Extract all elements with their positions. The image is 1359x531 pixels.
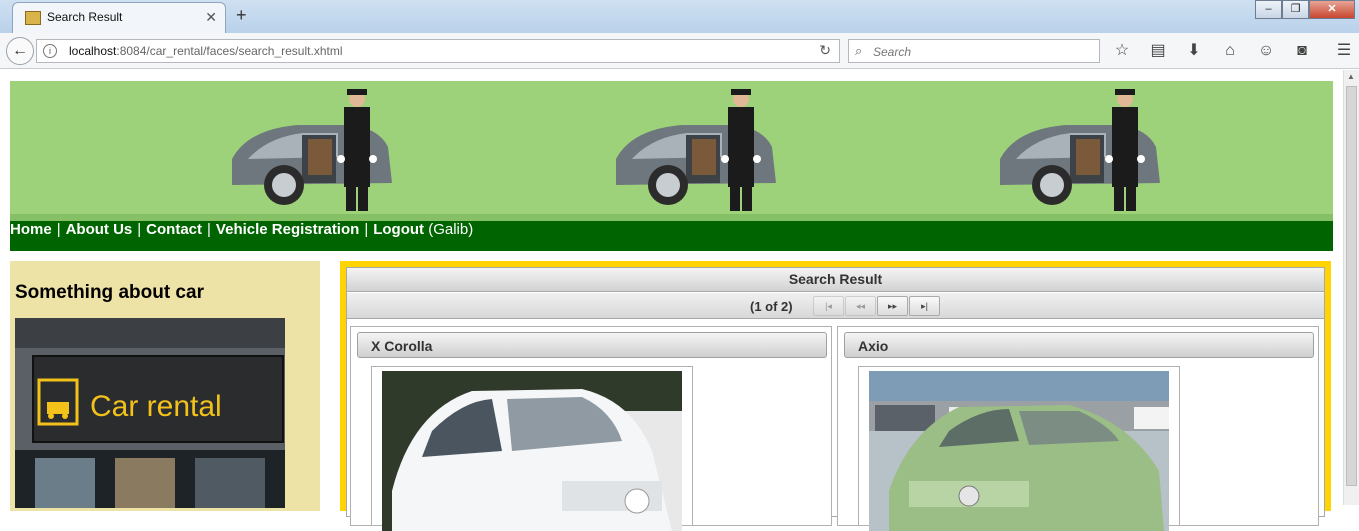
car-name: X Corolla — [371, 338, 433, 354]
search-result-panel: Search Result (1 of 2) |◂ ◂◂ ▸▸ ▸| X Cor… — [346, 267, 1325, 531]
search-icon: ⌕ — [855, 43, 863, 58]
url-path: :8084/car_rental/faces/search_result.xht… — [116, 44, 343, 58]
window-close-icon[interactable]: ✕ — [1309, 0, 1355, 19]
car-card: Axio — [837, 326, 1319, 531]
chauffeur-car-image — [1000, 89, 1160, 211]
restore-icon[interactable]: ❐ — [1282, 0, 1309, 19]
car-photo — [869, 371, 1169, 531]
menu-home-link[interactable]: Home — [10, 221, 52, 238]
scrollbar-thumb[interactable] — [1346, 86, 1357, 486]
menu-vehicle-registration-link[interactable]: Vehicle Registration — [216, 221, 359, 238]
toolbar-icons: ☆ ▤ ⬇ ⌂ ☺ ◙ ☰ — [1112, 41, 1354, 61]
window-controls: – ❐ ✕ — [1255, 0, 1355, 20]
browser-nav-bar: ← i localhost:8084/car_rental/faces/sear… — [0, 33, 1359, 69]
back-icon[interactable]: ← — [6, 37, 34, 65]
favicon-icon — [25, 11, 41, 25]
main-menu: Home | About Us | Contact | Vehicle Registrati… — [10, 221, 1333, 251]
home-icon[interactable]: ⌂ — [1220, 41, 1240, 61]
download-icon[interactable]: ⬇ — [1184, 41, 1204, 61]
hello-icon[interactable]: ☺ — [1256, 41, 1276, 61]
current-user: (Galib) — [428, 221, 474, 238]
car-card: X Corolla — [350, 326, 832, 531]
paginator: (1 of 2) |◂ ◂◂ ▸▸ ▸| — [347, 293, 1324, 319]
sidebar: Something about car Car rental — [10, 261, 320, 511]
menu-separator: | — [56, 221, 61, 238]
web-page: Home | About Us | Contact | Vehicle Registrati… — [0, 70, 1343, 531]
sidebar-heading: Something about car — [15, 282, 204, 303]
minimize-icon[interactable]: – — [1255, 0, 1282, 19]
header-banner — [10, 81, 1333, 222]
chauffeur-car-image — [616, 89, 776, 211]
last-page-button[interactable]: ▸| — [909, 296, 940, 316]
tab-title: Search Result — [47, 10, 123, 24]
menu-logout-link[interactable]: Logout — [373, 221, 424, 238]
url-text: localhost:8084/car_rental/faces/search_r… — [69, 44, 343, 58]
reading-list-icon[interactable]: ▤ — [1148, 41, 1168, 61]
menu-about-link[interactable]: About Us — [66, 221, 133, 238]
car-card-header[interactable]: X Corolla — [357, 332, 827, 358]
sign-text: Car rental — [90, 390, 222, 423]
url-host: localhost — [69, 44, 117, 58]
new-tab-icon[interactable]: + — [236, 5, 247, 26]
reload-icon[interactable]: ↻ — [819, 42, 831, 59]
browser-tab[interactable]: Search Result ✕ — [12, 2, 226, 33]
close-tab-icon[interactable]: ✕ — [205, 9, 217, 26]
info-icon[interactable]: i — [43, 44, 57, 58]
browser-search-input[interactable]: ⌕ Search — [848, 39, 1100, 63]
page-info: (1 of 2) — [750, 299, 793, 314]
car-name: Axio — [858, 338, 889, 354]
car-card-header[interactable]: Axio — [844, 332, 1314, 358]
search-placeholder: Search — [873, 45, 912, 59]
next-page-button[interactable]: ▸▸ — [877, 296, 908, 316]
car-rental-sign-image: Car rental — [15, 318, 285, 508]
car-photo-frame — [858, 366, 1180, 531]
car-photo-frame — [371, 366, 693, 531]
bookmark-star-icon[interactable]: ☆ — [1112, 41, 1132, 61]
address-bar[interactable]: i localhost:8084/car_rental/faces/search… — [36, 39, 840, 63]
chauffeur-car-image — [232, 89, 392, 211]
scroll-up-icon[interactable]: ▲ — [1347, 72, 1355, 81]
first-page-button[interactable]: |◂ — [813, 296, 844, 316]
menu-separator: | — [207, 221, 211, 238]
panel-title: Search Result — [347, 268, 1324, 292]
menu-icon[interactable]: ☰ — [1334, 41, 1354, 61]
car-photo — [382, 371, 682, 531]
page-scrollbar[interactable]: ▲ — [1343, 70, 1359, 505]
pocket-icon[interactable]: ◙ — [1292, 41, 1312, 61]
browser-tab-bar: Search Result ✕ + – ❐ ✕ — [0, 0, 1359, 33]
prev-page-button[interactable]: ◂◂ — [845, 296, 876, 316]
menu-contact-link[interactable]: Contact — [146, 221, 202, 238]
menu-separator: | — [137, 221, 142, 238]
menu-separator: | — [364, 221, 369, 238]
menu-items: Home | About Us | Contact | Vehicle Registrati… — [10, 221, 473, 239]
results-container: Search Result (1 of 2) |◂ ◂◂ ▸▸ ▸| X Cor… — [340, 261, 1331, 531]
